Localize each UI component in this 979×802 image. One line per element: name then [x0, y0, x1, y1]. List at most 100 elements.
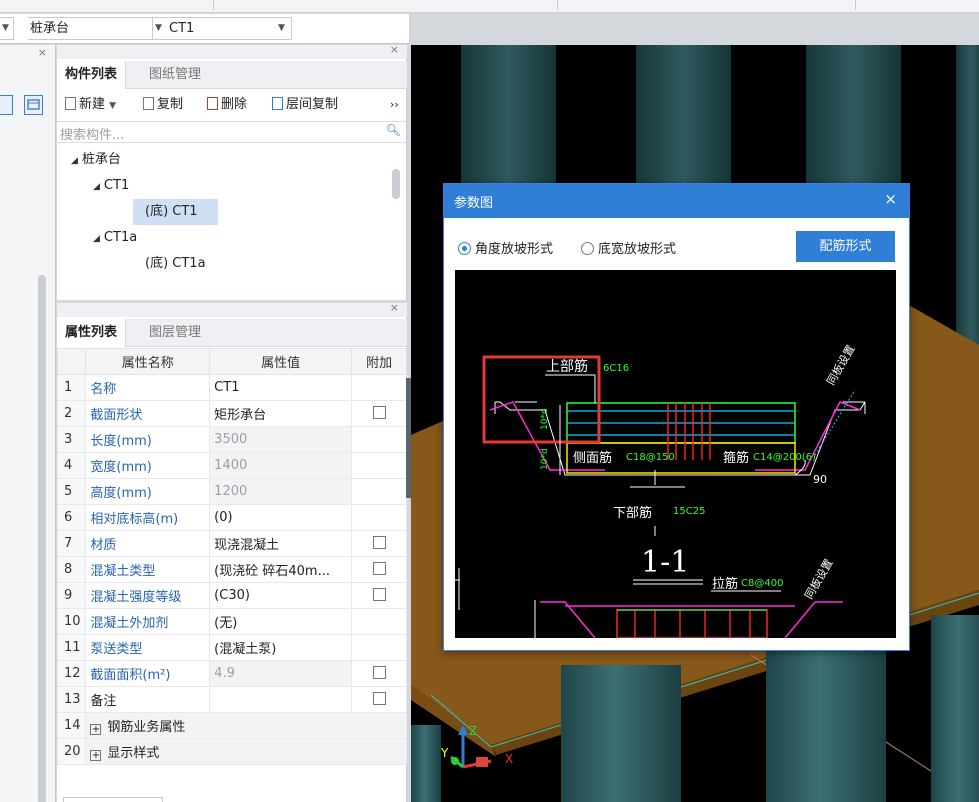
tree-node-ct1a[interactable]: ◢ CT1a	[93, 225, 137, 251]
properties-panel: × 属性列表 图层管理 属性名称 属性值 附加 1 名称 CT1 2 截面形状 矩形承台 3…	[56, 301, 407, 802]
search-input[interactable]: 搜索构件...	[60, 124, 124, 143]
property-value[interactable]: 矩形承台	[209, 400, 353, 427]
tree-node-pile-cap[interactable]: ◢ 桩承台	[71, 147, 121, 173]
property-name: 材质	[85, 530, 211, 557]
extra-checkbox[interactable]	[372, 588, 386, 601]
floor-copy-button[interactable]: 层间复制	[272, 90, 338, 120]
top-rebar-value: 6C16	[603, 363, 629, 374]
extra-checkbox[interactable]	[372, 536, 386, 549]
axis-label-y: Y	[440, 746, 449, 760]
radio-width-slope[interactable]: 底宽放坡形式	[581, 238, 676, 257]
tab-property-list[interactable]: 属性列表	[57, 319, 127, 347]
row-index: 8	[56, 556, 87, 583]
property-value[interactable]: 1400	[209, 452, 353, 479]
property-value[interactable]: (现浇砼 碎石40m...	[209, 556, 353, 583]
new-label: 新建	[79, 97, 106, 112]
property-value[interactable]: 现浇混凝土	[209, 530, 353, 557]
property-name-text: 泵送类型	[90, 642, 143, 657]
close-icon[interactable]: ×	[884, 190, 897, 208]
collapse-triangle-icon[interactable]: ◢	[93, 234, 100, 244]
search-box[interactable]: 搜索构件... 🔍︎	[57, 121, 407, 143]
table-row[interactable]: 20 + 显示样式	[56, 738, 407, 765]
item-combo-value: CT1	[169, 21, 195, 36]
slope-setting-label: 同板设置	[823, 342, 857, 387]
table-row[interactable]: 12 截面面积(m²) 4.9	[56, 660, 407, 687]
property-extra	[351, 582, 407, 609]
table-row[interactable]: 1 名称 CT1	[56, 374, 407, 401]
collapse-triangle-icon[interactable]: ◢	[93, 182, 100, 192]
property-value[interactable]: CT1	[209, 374, 353, 401]
expand-plus-icon[interactable]: +	[90, 750, 102, 761]
dialog-title: 参数图	[454, 196, 494, 211]
dialog-titlebar[interactable]: 参数图 ×	[444, 184, 909, 218]
table-row[interactable]: 5 高度(mm) 1200	[56, 478, 407, 505]
table-row[interactable]: 10 混凝土外加剂 (无)	[56, 608, 407, 635]
property-value[interactable]: (无)	[209, 608, 353, 635]
close-icon[interactable]: ×	[390, 43, 399, 56]
delete-button[interactable]: 删除	[207, 90, 247, 120]
table-row[interactable]: 14 + 钢筋业务属性	[56, 712, 407, 739]
type-combo[interactable]: 桩承台 ▼	[28, 17, 160, 40]
extra-checkbox[interactable]	[372, 692, 386, 705]
bottom-tab-stub[interactable]	[63, 797, 163, 802]
property-value[interactable]: 3500	[209, 426, 353, 453]
list-view-button[interactable]	[0, 95, 13, 115]
property-name: 混凝土类型	[85, 556, 211, 583]
tree-node-ct1a-bottom[interactable]: (底) CT1a	[145, 251, 206, 277]
item-combo[interactable]: ▼ CT1 ▼	[152, 17, 292, 40]
row-index: 14	[56, 712, 87, 739]
tab-drawing-manager[interactable]: 图纸管理	[141, 61, 209, 89]
property-name-text: 相对底标高(m)	[90, 512, 179, 527]
search-icon[interactable]: 🔍︎	[386, 123, 401, 137]
property-tabs: 属性列表 图层管理	[57, 319, 407, 347]
property-name-text: 高度(mm)	[90, 486, 152, 501]
axis-label-x: X	[505, 752, 513, 766]
vertical-scrollbar[interactable]	[38, 275, 46, 802]
close-icon[interactable]: ×	[390, 301, 399, 314]
extra-checkbox[interactable]	[372, 666, 386, 679]
collapse-triangle-icon[interactable]: ◢	[71, 156, 78, 166]
table-row[interactable]: 11 泵送类型 (混凝土泵)	[56, 634, 407, 661]
table-row[interactable]: 7 材质 现浇混凝土	[56, 530, 407, 557]
grid-view-icon	[27, 99, 40, 110]
grid-view-button[interactable]	[24, 95, 43, 115]
floor-combo[interactable]: ▼	[0, 17, 14, 40]
table-row[interactable]: 6 相对底标高(m) (0)	[56, 504, 407, 531]
table-row[interactable]: 4 宽度(mm) 1400	[56, 452, 407, 479]
expand-plus-icon[interactable]: +	[90, 724, 102, 735]
property-value[interactable]: 4.9	[209, 660, 353, 687]
table-row[interactable]: 3 长度(mm) 3500	[56, 426, 407, 453]
radio-angle-slope[interactable]: 角度放坡形式	[458, 238, 553, 257]
row-index: 10	[56, 608, 87, 635]
property-name: 混凝土外加剂	[85, 608, 211, 635]
property-value[interactable]	[209, 686, 353, 713]
property-value[interactable]: (0)	[209, 504, 353, 531]
property-value[interactable]: (混凝土泵)	[209, 634, 353, 661]
tree-node-ct1-bottom[interactable]: (底) CT1	[133, 199, 218, 225]
radio-checked-icon[interactable]	[458, 242, 471, 255]
reinforcement-form-button[interactable]: 配筋形式	[796, 231, 895, 262]
tree-scrollbar[interactable]	[392, 169, 400, 199]
pile-shape	[956, 45, 979, 345]
tree-node-label: (底) CT1a	[145, 256, 206, 271]
parameter-drawing: 上部筋 6C16 10*d 10*d 侧面筋 C18@150 箍筋 C14@20…	[455, 270, 896, 639]
property-name: 泵送类型	[85, 634, 211, 661]
radio-label: 角度放坡形式	[475, 242, 554, 257]
new-button[interactable]: 新建 ▼	[65, 90, 116, 120]
tab-component-list[interactable]: 构件列表	[57, 61, 127, 89]
extra-checkbox[interactable]	[372, 406, 386, 419]
table-row[interactable]: 2 截面形状 矩形承台	[56, 400, 407, 427]
close-icon[interactable]: ×	[38, 46, 47, 59]
tree-node-ct1[interactable]: ◢ CT1	[93, 173, 129, 199]
extra-checkbox[interactable]	[372, 562, 386, 575]
property-value[interactable]: 1200	[209, 478, 353, 505]
table-row[interactable]: 9 混凝土强度等级 (C30)	[56, 582, 407, 609]
property-value[interactable]: (C30)	[209, 582, 353, 609]
radio-unchecked-icon[interactable]	[581, 242, 594, 255]
table-row[interactable]: 8 混凝土类型 (现浇砼 碎石40m...	[56, 556, 407, 583]
tab-layer-manager[interactable]: 图层管理	[141, 319, 209, 347]
table-row[interactable]: 13 备注	[56, 686, 407, 713]
copy-button[interactable]: 复制	[143, 90, 183, 120]
more-button[interactable]: ››	[390, 90, 399, 120]
copy-label: 复制	[157, 97, 184, 112]
